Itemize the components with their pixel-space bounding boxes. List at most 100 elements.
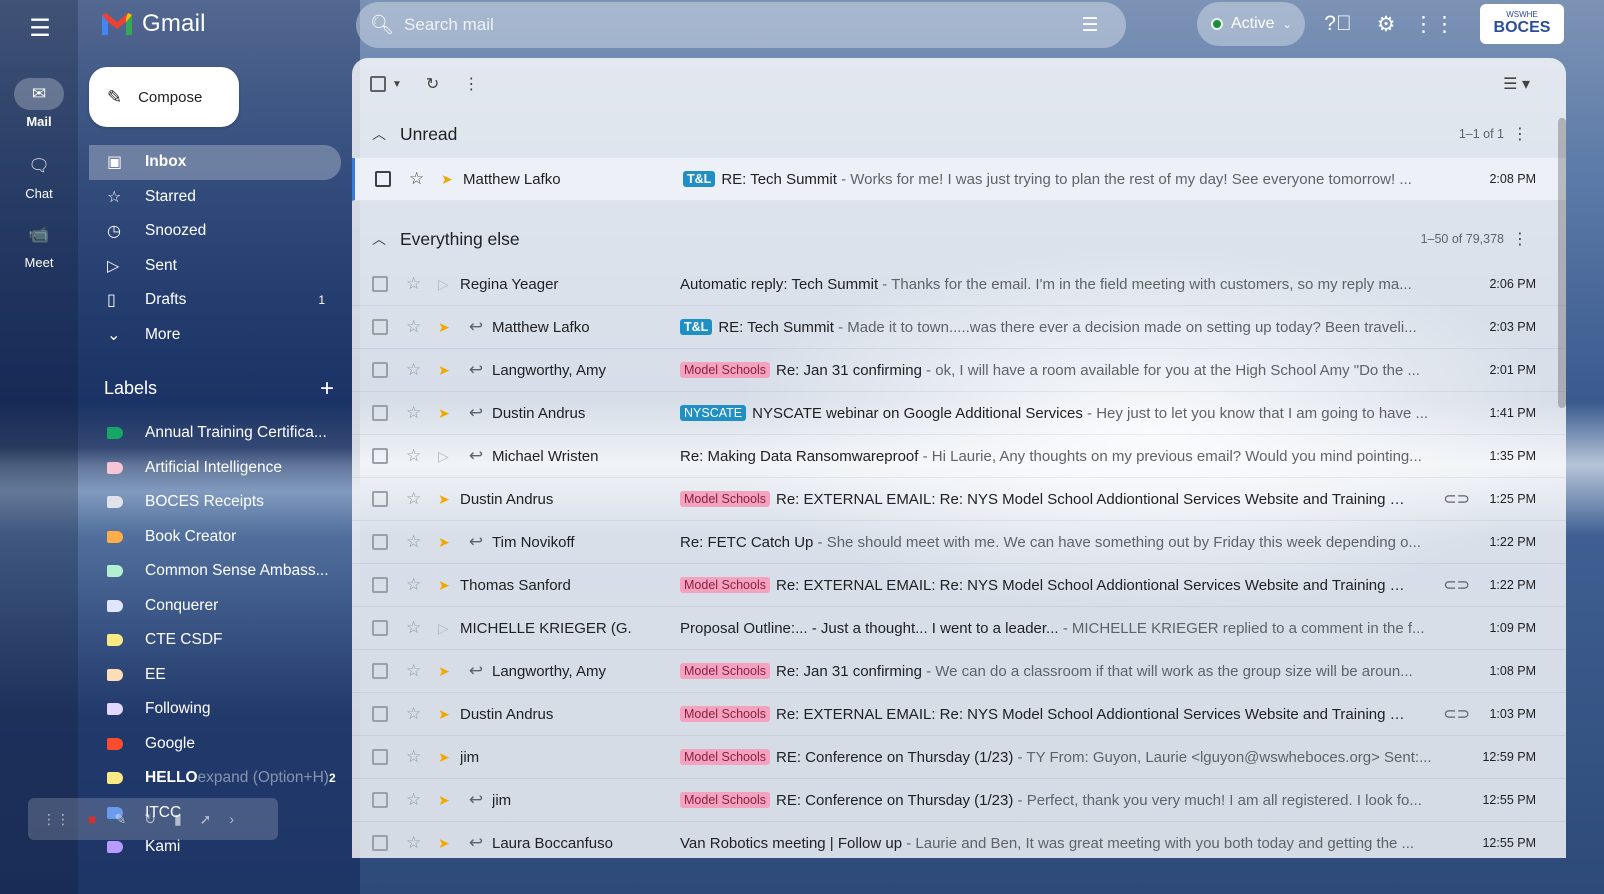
important-marker-icon[interactable]: ▷ xyxy=(438,276,460,293)
row-checkbox[interactable] xyxy=(352,706,406,722)
gear-icon[interactable]: ⚙ xyxy=(1370,8,1402,40)
density-toggle-icon[interactable]: ☰ ▾ xyxy=(1503,74,1530,94)
attachment-icon[interactable]: ⊂⊃ xyxy=(1443,704,1470,724)
rail-item-chat[interactable]: 🗨 Chat xyxy=(0,150,78,201)
label-item[interactable]: Conquerer xyxy=(89,589,341,624)
star-icon[interactable]: ☆ xyxy=(406,274,432,294)
email-row[interactable]: ☆ ➤ ↩ Laura Boccanfuso Van Robotics meeting … xyxy=(352,822,1566,858)
label-item[interactable]: Annual Training Certifica... xyxy=(89,416,341,451)
chevron-up-icon[interactable]: ︿ xyxy=(372,124,386,144)
nav-item-starred[interactable]: ☆ Starred xyxy=(89,180,341,215)
star-icon[interactable]: ☆ xyxy=(406,532,432,552)
refresh-tool-icon[interactable]: ↻ xyxy=(144,811,156,828)
row-checkbox[interactable] xyxy=(352,620,406,636)
nav-item-snoozed[interactable]: ◷ Snoozed xyxy=(89,214,341,249)
important-marker-icon[interactable]: ▷ xyxy=(438,620,460,637)
rail-item-meet[interactable]: 📹 Meet xyxy=(0,219,78,270)
gmail-logo[interactable]: Gmail xyxy=(100,8,206,40)
pen-tool-icon[interactable]: ✎ xyxy=(114,811,126,828)
floating-toolbar[interactable]: ⋮⋮ ■ ✎ ↻ ▮ ➚ › xyxy=(28,798,278,840)
row-checkbox[interactable] xyxy=(352,749,406,765)
star-icon[interactable]: ☆ xyxy=(406,317,432,337)
email-row[interactable]: ☆ ➤ ↩ Dustin Andrus NYSCATE NYSCATE webinar o… xyxy=(352,392,1566,435)
apps-grid-icon[interactable]: ⋮⋮ xyxy=(1413,8,1455,40)
nav-item-inbox[interactable]: ▣ Inbox xyxy=(89,145,341,180)
email-row[interactable]: ☆ ➤ ↩ Matthew Lafko T&L RE: Tech Summit - Mad… xyxy=(352,306,1566,349)
row-checkbox[interactable] xyxy=(352,577,406,593)
section-everything-else[interactable]: ︿ Everything else 1–50 of 79,378 ⋮ xyxy=(352,215,1566,263)
email-row[interactable]: ☆ ➤ ↩ Langworthy, Amy Model Schools Re: Jan 3… xyxy=(352,349,1566,392)
important-marker-icon[interactable]: ➤ xyxy=(438,405,460,422)
label-badge[interactable]: Model Schools xyxy=(680,490,770,507)
refresh-icon[interactable]: ↻ xyxy=(426,74,439,94)
label-badge[interactable]: T&L xyxy=(680,318,713,335)
row-checkbox[interactable] xyxy=(355,171,409,187)
row-checkbox[interactable] xyxy=(352,276,406,292)
search-options-icon[interactable]: ☰ xyxy=(1068,3,1112,47)
label-badge[interactable]: Model Schools xyxy=(680,361,770,378)
important-marker-icon[interactable]: ➤ xyxy=(438,835,460,852)
eraser-icon[interactable]: ▮ xyxy=(174,811,182,828)
drag-handle-icon[interactable]: ⋮⋮ xyxy=(42,811,70,828)
star-icon[interactable]: ☆ xyxy=(406,790,432,810)
label-badge[interactable]: Model Schools xyxy=(680,791,770,808)
star-icon[interactable]: ☆ xyxy=(406,618,432,638)
important-marker-icon[interactable]: ➤ xyxy=(438,706,460,723)
important-marker-icon[interactable]: ➤ xyxy=(438,663,460,680)
star-icon[interactable]: ☆ xyxy=(406,704,432,724)
email-row[interactable]: ☆ ➤ Matthew Lafko T&L RE: Tech Summit - Work… xyxy=(352,158,1566,201)
nav-item-sent[interactable]: ▷ Sent xyxy=(89,249,341,284)
important-marker-icon[interactable]: ➤ xyxy=(438,534,460,551)
label-badge[interactable]: Model Schools xyxy=(680,662,770,679)
row-checkbox[interactable] xyxy=(352,491,406,507)
label-item[interactable]: BOCES Receipts xyxy=(89,485,341,520)
star-icon[interactable]: ☆ xyxy=(406,575,432,595)
star-icon[interactable]: ☆ xyxy=(406,403,432,423)
label-badge[interactable]: Model Schools xyxy=(680,576,770,593)
email-row[interactable]: ☆ ➤ Dustin Andrus Model Schools Re: EXTERNAL… xyxy=(352,693,1566,736)
rail-item-mail[interactable]: ✉ Mail xyxy=(0,78,78,129)
label-badge[interactable]: Model Schools xyxy=(680,748,770,765)
star-icon[interactable]: ☆ xyxy=(406,661,432,681)
important-marker-icon[interactable]: ➤ xyxy=(438,792,460,809)
chevron-up-icon[interactable]: ︿ xyxy=(372,229,386,249)
account-logo[interactable]: WSWHE BOCES xyxy=(1480,4,1564,44)
menu-icon[interactable]: ☰ xyxy=(24,12,56,44)
compose-button[interactable]: ✎ Compose xyxy=(89,67,239,127)
nav-item-more[interactable]: ⌄ More xyxy=(89,318,341,353)
search-input[interactable] xyxy=(404,15,1068,35)
email-row[interactable]: ☆ ➤ ↩ Langworthy, Amy Model Schools Re: Jan 3… xyxy=(352,650,1566,693)
search-bar[interactable]: 🔍︎ ☰ xyxy=(356,2,1126,48)
label-badge[interactable]: Model Schools xyxy=(680,705,770,722)
row-checkbox[interactable] xyxy=(352,448,406,464)
row-checkbox[interactable] xyxy=(352,792,406,808)
select-all-checkbox[interactable]: ▼ xyxy=(370,76,402,92)
email-row[interactable]: ☆ ➤ ↩ Tim Novikoff Re: FETC Catch Up - She s… xyxy=(352,521,1566,564)
star-icon[interactable]: ☆ xyxy=(406,833,432,853)
row-checkbox[interactable] xyxy=(352,362,406,378)
help-icon[interactable]: ?⃝ xyxy=(1322,8,1354,40)
important-marker-icon[interactable]: ➤ xyxy=(438,577,460,594)
status-selector[interactable]: Active ⌄ xyxy=(1197,2,1305,46)
important-marker-icon[interactable]: ➤ xyxy=(438,749,460,766)
important-marker-icon[interactable]: ➤ xyxy=(438,491,460,508)
section-unread[interactable]: ︿ Unread 1–1 of 1 ⋮ xyxy=(352,110,1566,158)
star-icon[interactable]: ☆ xyxy=(406,446,432,466)
important-marker-icon[interactable]: ➤ xyxy=(438,319,460,336)
label-badge[interactable]: NYSCATE xyxy=(680,404,747,421)
nav-item-drafts[interactable]: ▯ Drafts 1 xyxy=(89,283,341,318)
row-checkbox[interactable] xyxy=(352,663,406,679)
row-checkbox[interactable] xyxy=(352,835,406,851)
label-item[interactable]: Artificial Intelligence xyxy=(89,451,341,486)
email-row[interactable]: ☆ ▷ ↩ Michael Wristen Re: Making Data Ransom… xyxy=(352,435,1566,478)
star-icon[interactable]: ☆ xyxy=(406,360,432,380)
email-row[interactable]: ☆ ➤ Dustin Andrus Model Schools Re: EXTERNAL… xyxy=(352,478,1566,521)
email-row[interactable]: ☆ ➤ jim Model Schools RE: Conference on Thur… xyxy=(352,736,1566,779)
email-row[interactable]: ☆ ▷ Regina Yeager Automatic reply: Tech Sum… xyxy=(352,263,1566,306)
search-icon[interactable]: 🔍︎ xyxy=(360,13,404,37)
more-vert-icon[interactable]: ⋮ xyxy=(463,74,479,94)
label-item[interactable]: Book Creator xyxy=(89,520,341,555)
label-item[interactable]: EE xyxy=(89,658,341,693)
email-row[interactable]: ☆ ▷ MICHELLE KRIEGER (G. Proposal Outline:.… xyxy=(352,607,1566,650)
attachment-icon[interactable]: ⊂⊃ xyxy=(1443,489,1470,509)
